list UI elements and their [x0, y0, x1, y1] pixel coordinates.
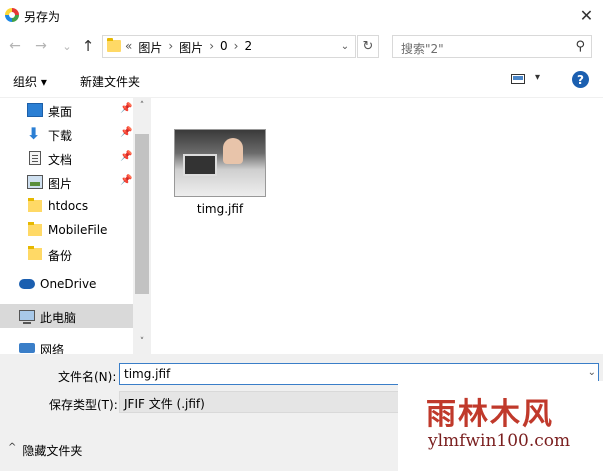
file-name: timg.jfif — [196, 202, 244, 216]
nav-pane-scrollbar[interactable]: ˄ ˅ — [133, 98, 151, 354]
filetype-label: 保存类型(T): — [49, 398, 118, 412]
search-placeholder: 搜索"2" — [401, 42, 444, 56]
scroll-thumb[interactable] — [135, 134, 149, 294]
sidebar-item-this-pc[interactable]: 此电脑 — [0, 304, 133, 328]
command-toolbar: 组织 ▾ 新建文件夹 ▾ ? — [0, 62, 603, 98]
breadcrumb-item[interactable]: 图片 — [138, 39, 162, 56]
sidebar-item-backup[interactable]: 备份 — [0, 242, 133, 266]
recent-locations-button[interactable]: ⌄ — [58, 37, 76, 55]
document-icon — [29, 151, 41, 165]
breadcrumb-item[interactable]: 0 — [220, 39, 228, 56]
sidebar-item-label: 下载 — [48, 129, 73, 143]
sidebar-item-label: 此电脑 — [40, 311, 77, 325]
chevron-up-icon: ^ — [8, 442, 17, 453]
organize-menu-button[interactable]: 组织 ▾ — [13, 73, 47, 90]
view-dropdown-button[interactable]: ▾ — [535, 72, 540, 83]
computer-icon — [19, 310, 35, 324]
pictures-icon — [27, 175, 43, 189]
sidebar-item-documents[interactable]: 文档 📌 — [0, 146, 133, 170]
pin-icon[interactable]: 📌 — [120, 175, 132, 186]
sidebar-item-htdocs[interactable]: htdocs — [0, 194, 133, 218]
help-icon[interactable]: ? — [572, 71, 589, 88]
forward-button[interactable]: → — [32, 37, 50, 55]
folder-icon — [28, 246, 42, 260]
onedrive-icon — [19, 279, 35, 289]
search-input[interactable]: 搜索"2" ⚲ — [392, 35, 592, 58]
address-bar[interactable]: « 图片 › 图片 › 0 › 2 ⌄ — [102, 35, 356, 58]
folder-icon — [107, 38, 121, 52]
breadcrumb-separator[interactable]: › — [234, 39, 239, 56]
up-button[interactable]: ↑ — [79, 37, 97, 55]
pin-icon[interactable]: 📌 — [120, 127, 132, 138]
desktop-icon — [27, 103, 43, 117]
view-options-icon[interactable] — [511, 74, 525, 84]
sidebar-item-label: htdocs — [48, 199, 89, 213]
breadcrumb: « 图片 › 图片 › 0 › 2 — [125, 39, 252, 56]
breadcrumb-separator[interactable]: › — [168, 39, 173, 56]
sidebar-item-label: 备份 — [48, 249, 73, 263]
pin-icon[interactable]: 📌 — [120, 151, 132, 162]
sidebar-item-label: 桌面 — [48, 105, 73, 119]
sidebar-item-mobilefile[interactable]: MobileFile — [0, 218, 133, 242]
file-list-area[interactable]: timg.jfif — [151, 98, 603, 354]
sidebar-item-label: 网络 — [40, 343, 65, 354]
image-thumbnail — [174, 129, 266, 197]
breadcrumb-item[interactable]: 2 — [244, 39, 252, 56]
download-icon: ⬇ — [27, 124, 41, 143]
search-icon[interactable]: ⚲ — [575, 39, 585, 54]
sidebar-item-pictures[interactable]: 图片 📌 — [0, 170, 133, 194]
hide-folders-label: 隐藏文件夹 — [22, 444, 83, 458]
navigation-bar: ← → ⌄ ↑ « 图片 › 图片 › 0 › 2 ⌄ ↻ 搜索"2" ⚲ — [0, 32, 603, 60]
filename-dropdown-button[interactable]: ⌄ — [588, 367, 596, 378]
sidebar-item-label: 图片 — [48, 177, 73, 191]
folder-icon — [28, 222, 42, 236]
back-button[interactable]: ← — [6, 37, 24, 55]
sidebar-item-onedrive[interactable]: OneDrive — [0, 272, 133, 296]
sidebar-item-label: MobileFile — [48, 223, 108, 237]
app-icon — [5, 8, 19, 22]
title-bar: 另存为 ✕ — [0, 0, 603, 32]
sidebar-item-network[interactable]: 网络 — [0, 336, 133, 354]
navigation-pane: 桌面 📌 ⬇ 下载 📌 文档 📌 图片 📌 htdocs MobileFile … — [0, 98, 151, 354]
scroll-up-button[interactable]: ˄ — [133, 98, 151, 114]
close-button[interactable]: ✕ — [570, 0, 603, 30]
filename-value: timg.jfif — [124, 367, 171, 381]
file-item[interactable]: timg.jfif — [173, 128, 267, 220]
breadcrumb-separator[interactable]: › — [209, 39, 214, 56]
sidebar-item-label: OneDrive — [40, 277, 97, 291]
sidebar-item-label: 文档 — [48, 153, 73, 167]
scroll-down-button[interactable]: ˅ — [133, 334, 151, 350]
sidebar-item-desktop[interactable]: 桌面 📌 — [0, 98, 133, 122]
sidebar-item-downloads[interactable]: ⬇ 下载 📌 — [0, 122, 133, 146]
filetype-value: JFIF 文件 (.jfif) — [124, 397, 205, 411]
filename-label: 文件名(N): — [58, 370, 117, 384]
folder-icon — [28, 198, 42, 212]
address-dropdown-button[interactable]: ⌄ — [335, 36, 355, 57]
breadcrumb-overflow[interactable]: « — [125, 39, 132, 56]
network-icon — [19, 343, 35, 353]
refresh-button[interactable]: ↻ — [357, 35, 379, 58]
watermark-url: ylmfwin100.com — [428, 431, 571, 451]
watermark: 雨林木风 ylmfwin100.com — [398, 381, 603, 471]
pin-icon[interactable]: 📌 — [120, 103, 132, 114]
hide-folders-button[interactable]: ^ 隐藏文件夹 — [8, 442, 82, 459]
new-folder-button[interactable]: 新建文件夹 — [80, 73, 140, 90]
window-title: 另存为 — [24, 10, 61, 24]
breadcrumb-item[interactable]: 图片 — [179, 39, 203, 56]
watermark-title: 雨林木风 — [426, 397, 554, 432]
